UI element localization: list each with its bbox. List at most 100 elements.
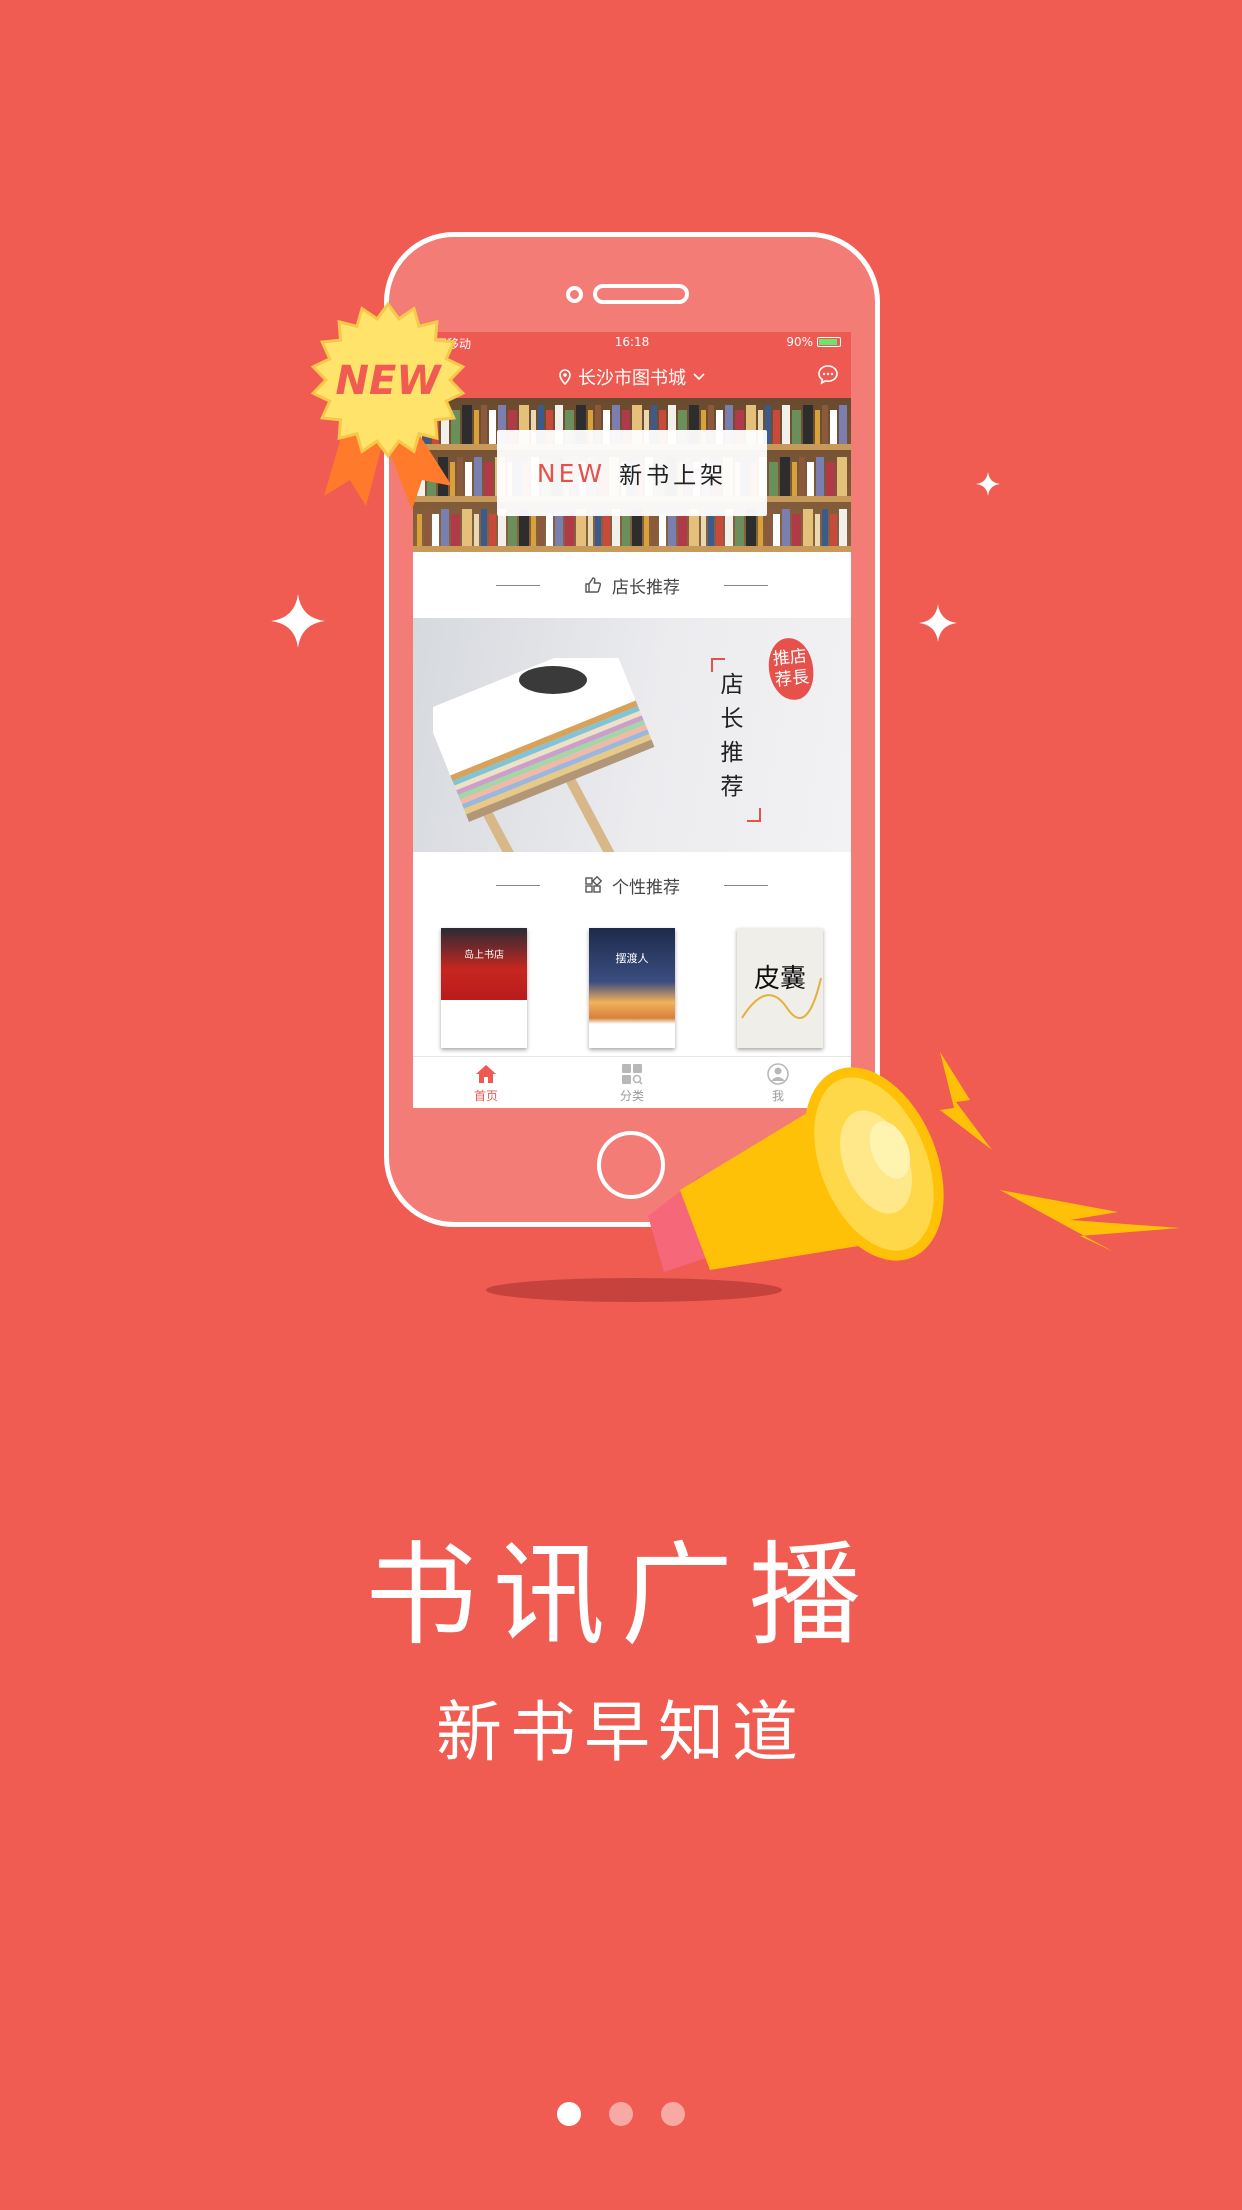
book-spine [545, 514, 553, 548]
divider [724, 584, 768, 586]
divider [496, 584, 540, 586]
sparkle-icon [919, 604, 957, 642]
location-pin-icon [559, 369, 571, 385]
book-spine [826, 462, 835, 496]
tab-label: 首页 [473, 1089, 498, 1103]
book-spine [484, 462, 493, 496]
message-icon[interactable] [817, 364, 839, 386]
tab-home[interactable]: 首页 [413, 1057, 559, 1108]
book-spine [621, 514, 631, 548]
book-spine [822, 509, 828, 548]
book-spine [701, 514, 707, 548]
book-spine [829, 514, 837, 548]
book-spine [507, 514, 517, 548]
battery-icon [817, 337, 841, 347]
book-spine [807, 462, 814, 496]
page-dot[interactable] [557, 2102, 581, 2126]
book-spine [659, 514, 667, 548]
book-spine [758, 514, 764, 548]
book-spine [587, 514, 593, 548]
book-card[interactable]: 摆渡人 [589, 928, 675, 1048]
banner-label: 新书上架 [619, 463, 728, 489]
book-spine [678, 514, 688, 548]
page-dot[interactable] [609, 2102, 633, 2126]
stamp-line: 荐長 [774, 667, 810, 691]
book-spine [815, 410, 820, 444]
cover-decoration [741, 977, 822, 1019]
location-selector[interactable]: 长沙市图书城 [413, 364, 851, 390]
status-bar: 中国移动 16:18 90% [413, 332, 851, 354]
sparkle-icon [976, 472, 1000, 496]
book-spine [480, 509, 487, 548]
book-spine [822, 405, 828, 444]
feature-char: 荐 [720, 774, 744, 800]
book-spine [816, 457, 824, 496]
headline: 书讯广播 [365, 1531, 877, 1661]
shop-recommend-banner[interactable]: 店 长 推 荐 推店 荐長 [413, 618, 851, 852]
grid-icon [585, 876, 602, 893]
section-shop-recommend: 店长推荐 [413, 552, 851, 618]
book-title: 岛上书店 [464, 950, 504, 961]
page-dot[interactable] [661, 2102, 685, 2126]
book-spine [450, 514, 460, 548]
phone-speaker [593, 284, 689, 304]
book-spine [564, 514, 574, 548]
feature-vertical-text: 店 长 推 荐 [717, 668, 747, 804]
book-spine [792, 410, 802, 444]
book-spine [782, 509, 791, 548]
book-spine [602, 514, 610, 548]
book-spine [803, 405, 814, 444]
book-spine [838, 509, 847, 548]
book-spine [423, 509, 430, 548]
book-spine [488, 410, 496, 444]
book-spine [773, 410, 781, 444]
section-title: 店长推荐 [612, 577, 680, 598]
book-card[interactable]: 岛上书店 [441, 928, 527, 1048]
book-spine [780, 457, 790, 496]
book-spine [480, 405, 487, 444]
book-spine [474, 457, 482, 496]
book-title: 摆渡人 [615, 952, 649, 965]
book-spine [735, 514, 745, 548]
status-right: 90% [786, 335, 841, 349]
subheadline: 新书早知道 [436, 1694, 806, 1771]
new-badge-icon: NEW [310, 301, 466, 510]
book-spine [417, 514, 422, 548]
book-spine [792, 514, 802, 548]
book-spine [829, 410, 837, 444]
feature-char: 推 [720, 740, 744, 766]
recommend-stamp: 推店 荐長 [765, 635, 817, 703]
book-spine [530, 514, 536, 548]
feature-char: 长 [720, 706, 744, 732]
book-card[interactable]: 皮囊 [737, 928, 823, 1048]
divider [496, 884, 540, 886]
book-spine [838, 405, 847, 444]
thumbs-up-icon [585, 577, 602, 593]
book-spine [440, 509, 449, 548]
battery-percent: 90% [786, 335, 813, 349]
banner-card: NEW 新书上架 [497, 430, 767, 516]
book-spine [837, 457, 847, 496]
bracket-bottom [747, 808, 761, 822]
megaphone-icon [648, 1052, 1180, 1272]
new-books-banner[interactable]: NEW 新书上架 [413, 398, 851, 552]
section-personal-recommend: 个性推荐 [413, 852, 851, 918]
book-spine [716, 514, 724, 548]
book-spine [815, 514, 820, 548]
pagination-dots [0, 2102, 1242, 2126]
book-spine [473, 514, 479, 548]
banner-new-text: NEW [536, 458, 606, 488]
sparkle-icon [271, 594, 325, 648]
phone-camera [566, 286, 583, 303]
book-spine [488, 514, 496, 548]
book-spine [769, 462, 778, 496]
phone-shadow [486, 1278, 782, 1302]
nav-bar: 长沙市图书城 [413, 354, 851, 398]
location-label: 长沙市图书城 [578, 368, 686, 389]
book-spine [792, 462, 797, 496]
book-spine [461, 509, 472, 548]
section-title: 个性推荐 [612, 877, 680, 898]
book-spine [473, 410, 479, 444]
status-time: 16:18 [614, 335, 650, 349]
book-spine [799, 457, 805, 496]
